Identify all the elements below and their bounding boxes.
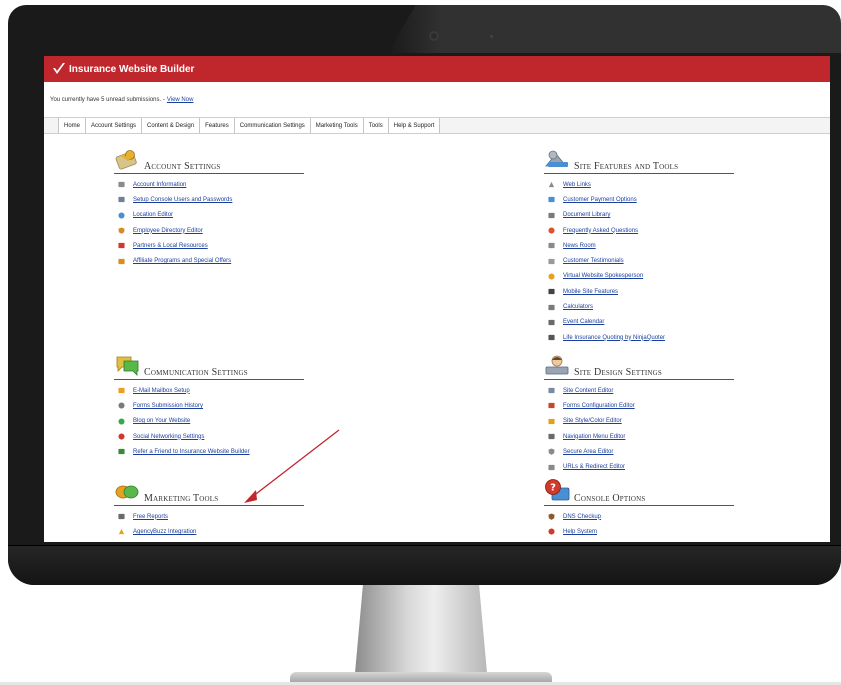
camera-indicator [490,35,493,38]
monitor-chin [8,545,841,585]
monitor-bezel: Insurance Website Builder You currently … [8,5,841,585]
webcam-icon [429,31,439,41]
monitor-stand [355,585,487,673]
screen: Insurance Website Builder You currently … [44,56,830,542]
annotation-arrow [244,429,340,503]
screen-glare [388,5,841,53]
